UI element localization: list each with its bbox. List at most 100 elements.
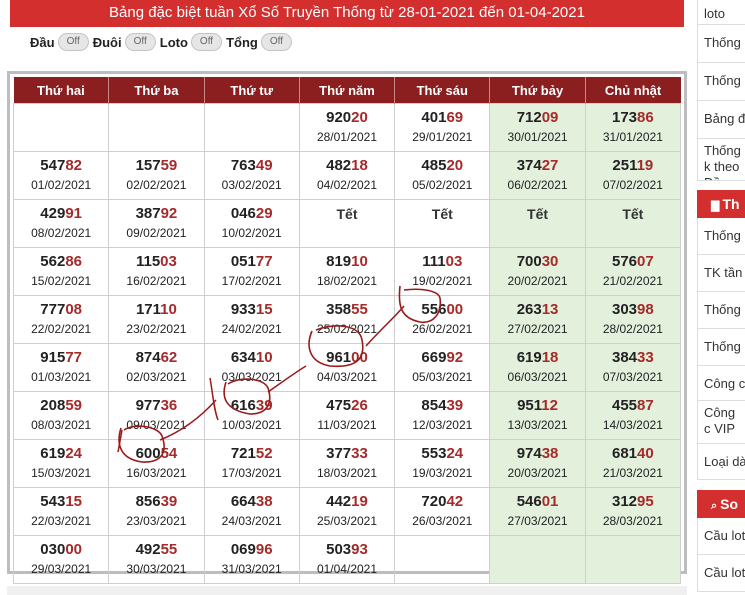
weekday-header: Thứ hai	[13, 77, 110, 104]
day-cell: 37733 18/03/2021	[298, 439, 396, 488]
special-number: 66992	[421, 349, 464, 366]
special-number: 56286	[40, 253, 82, 270]
draw-date: 20/03/2021	[507, 466, 568, 480]
day-cell: 92020 28/01/2021	[298, 103, 396, 152]
weekday-header: Thứ năm	[299, 77, 396, 104]
draw-date: 23/02/2021	[126, 322, 187, 336]
sidebar-link[interactable]: Bảng đ	[697, 101, 745, 139]
draw-date: 10/02/2021	[221, 226, 282, 240]
day-cell: 05177 17/02/2021	[203, 247, 300, 296]
sidebar-link[interactable]: Công c	[697, 366, 745, 401]
toggle-switch-tong[interactable]: Off	[260, 33, 292, 51]
day-cell: 66992 05/03/2021	[394, 343, 491, 392]
day-cell	[203, 103, 300, 152]
toggle-switch-loto[interactable]: Off	[190, 33, 223, 51]
special-number: 87462	[135, 349, 178, 366]
week-row: 03000 29/03/2021 49255 30/03/2021 06996 31/03…	[12, 535, 682, 584]
draw-date: 16/03/2021	[126, 466, 187, 480]
sidebar-section-title: So	[720, 496, 739, 512]
day-cell: 54315 22/03/2021	[12, 487, 110, 536]
day-cell: 76349 03/02/2021	[203, 151, 300, 200]
day-cell: Tết	[298, 199, 396, 248]
day-cell: 70030 20/02/2021	[489, 247, 586, 296]
special-number: 48520	[421, 157, 464, 174]
results-table-frame: Thứ hai Thứ ba Thứ tư Thứ năm Thứ sáu Thứ bảy…	[7, 71, 687, 584]
draw-date: 05/02/2021	[412, 178, 473, 192]
draw-date: 25/03/2021	[316, 514, 378, 528]
day-cell: 11103 19/02/2021	[394, 247, 491, 296]
special-number: 85439	[421, 397, 464, 414]
day-cell: 61918 06/03/2021	[489, 343, 586, 392]
special-number: 03000	[40, 541, 82, 558]
draw-date: 31/01/2021	[602, 130, 663, 144]
draw-date: 07/02/2021	[602, 178, 663, 192]
special-number: 60054	[135, 445, 178, 462]
special-number: 38433	[611, 349, 654, 366]
sidebar-link[interactable]: Thống k	[697, 63, 745, 101]
toggle-switch-dau[interactable]: Off	[57, 33, 89, 51]
sidebar-link[interactable]: Công c VIP	[697, 401, 745, 444]
draw-date: 25/02/2021	[316, 322, 378, 336]
special-number: 85639	[135, 493, 178, 510]
day-cell: 40169 29/01/2021	[394, 103, 491, 152]
sidebar-link[interactable]: Cầu lot	[697, 518, 745, 555]
day-cell: 97736 09/03/2021	[108, 391, 205, 440]
special-number: 92020	[326, 109, 368, 126]
sidebar-link[interactable]: Cầu lot	[697, 555, 745, 592]
draw-date: 28/03/2021	[602, 514, 663, 528]
day-cell: 17110 23/02/2021	[108, 295, 205, 344]
sidebar-link[interactable]: Thống k	[697, 218, 745, 255]
weekday-header: Thứ ba	[108, 77, 205, 104]
draw-date: 17/03/2021	[221, 466, 282, 480]
draw-date: 09/03/2021	[126, 418, 187, 432]
special-number: 06996	[230, 541, 273, 558]
draw-date: 29/01/2021	[412, 130, 473, 144]
holiday-label: Tết	[527, 206, 549, 222]
sidebar-link[interactable]: Thống k	[697, 329, 745, 366]
day-cell: Tết	[489, 199, 586, 248]
draw-date: 26/02/2021	[412, 322, 473, 336]
day-cell: 55600 26/02/2021	[394, 295, 491, 344]
special-number: 72042	[421, 493, 464, 510]
sidebar-link[interactable]: TK tần	[697, 255, 745, 292]
special-results-table: Thứ hai Thứ ba Thứ tư Thứ năm Thứ sáu Thứ bảy…	[12, 77, 682, 584]
holiday-label: Tết	[622, 206, 644, 222]
toggle-label: Loto	[159, 34, 188, 50]
day-cell: 63410 03/03/2021	[203, 343, 300, 392]
day-cell	[12, 103, 110, 152]
day-cell	[108, 103, 205, 152]
special-number: 70030	[516, 253, 559, 270]
sidebar-link[interactable]: loto	[697, 0, 745, 25]
holiday-label: Tết	[336, 206, 358, 222]
day-cell: 97438 20/03/2021	[489, 439, 586, 488]
special-number: 66438	[230, 493, 273, 510]
special-number: 63410	[230, 349, 273, 366]
day-cell: 20859 08/03/2021	[12, 391, 110, 440]
draw-date: 13/03/2021	[507, 418, 568, 432]
sidebar-link[interactable]: Thống k theo Đầ	[697, 139, 745, 181]
week-row: 54315 22/03/2021 85639 23/03/2021 66438 24/03…	[12, 487, 682, 536]
sidebar-link[interactable]: Thống k	[697, 25, 745, 63]
scroll-strip	[7, 586, 687, 595]
day-cell: 60054 16/03/2021	[108, 439, 205, 488]
page-title: Bảng đặc biệt tuần Xổ Số Truyền Thống từ…	[10, 0, 684, 27]
day-cell: 38792 09/02/2021	[108, 199, 205, 248]
special-number: 15759	[135, 157, 178, 174]
toggle-dau: Đầu Off	[30, 33, 89, 51]
draw-date: 01/03/2021	[31, 370, 92, 384]
day-cell: 72042 26/03/2021	[394, 487, 491, 536]
weekday-header: Thứ bảy	[489, 77, 586, 104]
draw-date: 24/03/2021	[221, 514, 282, 528]
special-number: 54315	[40, 493, 82, 510]
special-number: 04629	[230, 205, 273, 222]
day-cell: 87462 02/03/2021	[108, 343, 205, 392]
toggle-switch-duoi[interactable]: Off	[124, 33, 156, 51]
week-row: 91577 01/03/2021 87462 02/03/2021 63410 03/03…	[12, 343, 682, 392]
day-cell	[489, 535, 586, 584]
sidebar-link[interactable]: Thống k	[697, 292, 745, 329]
sidebar-link[interactable]: Loại dà	[697, 444, 745, 480]
draw-date: 09/02/2021	[126, 226, 187, 240]
special-number: 68140	[611, 445, 654, 462]
week-row: 56286 15/02/2021 11503 16/02/2021 05177 17/02…	[12, 247, 682, 296]
day-cell: 56286 15/02/2021	[12, 247, 110, 296]
